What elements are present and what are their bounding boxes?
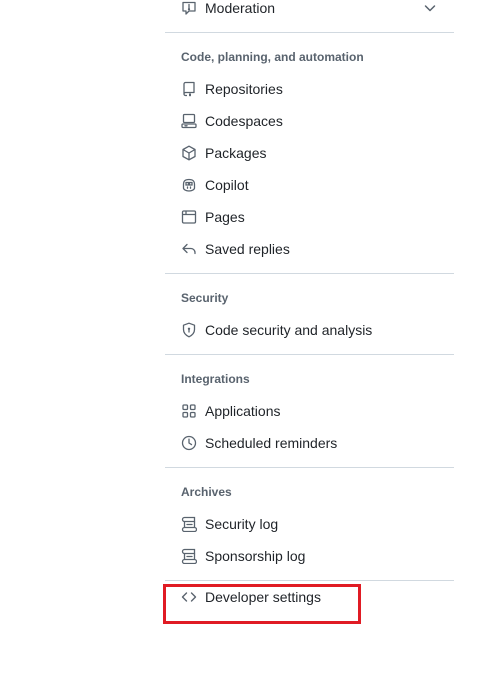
code-icon xyxy=(181,589,197,605)
sidebar-item-saved-replies[interactable]: Saved replies xyxy=(165,233,454,265)
sidebar-item-code-security[interactable]: Code security and analysis xyxy=(165,314,454,346)
sidebar-item-copilot[interactable]: Copilot xyxy=(165,169,454,201)
divider xyxy=(165,354,454,355)
section-heading: Code, planning, and automation xyxy=(181,50,364,64)
sidebar-item-label: Codespaces xyxy=(205,113,283,129)
section-heading: Integrations xyxy=(181,372,250,386)
section-heading: Security xyxy=(181,291,229,305)
sidebar-item-applications[interactable]: Applications xyxy=(165,395,454,427)
comment-alert-icon xyxy=(181,0,197,16)
repo-icon xyxy=(181,81,197,97)
sidebar-item-packages[interactable]: Packages xyxy=(165,137,454,169)
sidebar-item-label: Moderation xyxy=(205,0,276,16)
sidebar-item-label: Applications xyxy=(205,403,281,419)
reply-icon xyxy=(181,241,197,257)
sidebar-item-label: Developer settings xyxy=(205,589,321,605)
log-icon xyxy=(181,516,197,532)
sidebar-item-scheduled-reminders[interactable]: Scheduled reminders xyxy=(165,427,454,459)
sidebar-item-repositories[interactable]: Repositories xyxy=(165,73,454,105)
codespaces-icon xyxy=(181,113,197,129)
sidebar-item-label: Pages xyxy=(205,209,245,225)
sidebar-item-label: Saved replies xyxy=(205,241,290,257)
sidebar-item-label: Copilot xyxy=(205,177,249,193)
sidebar-item-label: Security log xyxy=(205,516,279,532)
sidebar-item-moderation[interactable]: Moderation xyxy=(165,0,454,24)
sidebar-item-label: Scheduled reminders xyxy=(205,435,338,451)
browser-icon xyxy=(181,209,197,225)
settings-sidebar: Moderation Code, planning, and automatio… xyxy=(165,0,454,613)
shield-lock-icon xyxy=(181,322,197,338)
sidebar-item-security-log[interactable]: Security log xyxy=(165,508,454,540)
sidebar-item-label: Sponsorship log xyxy=(205,548,306,564)
copilot-icon xyxy=(181,177,197,193)
sidebar-item-label: Code security and analysis xyxy=(205,322,373,338)
divider xyxy=(165,273,454,274)
sidebar-item-label: Repositories xyxy=(205,81,283,97)
sidebar-item-label: Packages xyxy=(205,145,267,161)
clock-icon xyxy=(181,435,197,451)
apps-icon xyxy=(181,403,197,419)
sidebar-item-sponsorship-log[interactable]: Sponsorship log xyxy=(165,540,454,572)
section-heading: Archives xyxy=(181,485,232,499)
package-icon xyxy=(181,145,197,161)
sidebar-item-pages[interactable]: Pages xyxy=(165,201,454,233)
log-icon xyxy=(181,548,197,564)
sidebar-item-developer-settings[interactable]: Developer settings xyxy=(165,581,454,613)
sidebar-item-codespaces[interactable]: Codespaces xyxy=(165,105,454,137)
chevron-down-icon[interactable] xyxy=(422,0,438,16)
divider xyxy=(165,467,454,468)
divider xyxy=(165,32,454,33)
